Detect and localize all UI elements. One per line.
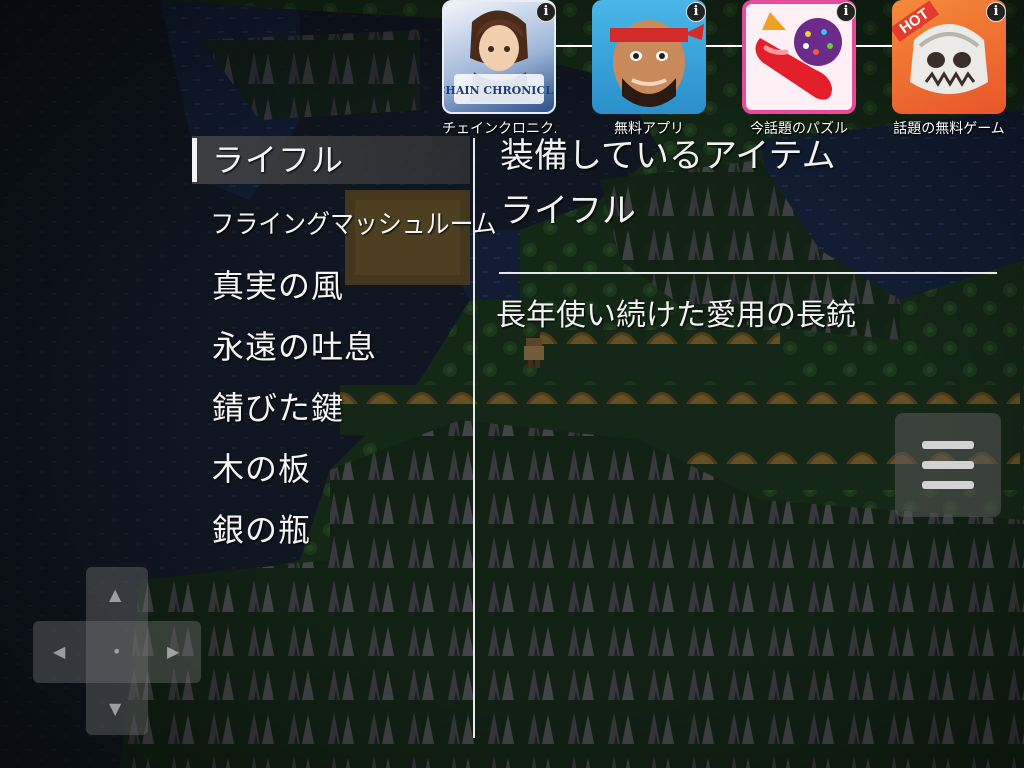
dpad-up-arrow-icon[interactable]: ▲ [109, 587, 121, 603]
chain-chronicle-logo: CHAIN CHRONICLE [444, 84, 554, 97]
dpad-right-arrow-icon[interactable]: ▶ [167, 644, 179, 660]
list-detail-divider [473, 138, 475, 738]
ad-chain-chronicle[interactable]: CHAIN CHRONICLE i チェインクロニクル [442, 0, 558, 140]
ad-label: 話題の無料ゲーム [893, 121, 1005, 137]
item-list-entry[interactable]: フライングマッシュルーム [192, 197, 496, 258]
item-list: ライフル フライングマッシュルーム 真実の風 永遠の吐息 錆びた鍵 木の板 銀の… [192, 136, 497, 563]
menu-bar [922, 441, 974, 449]
ad-bar: CHAIN CHRONICLE i チェインクロニクル i 無料アプリ [442, 0, 1024, 140]
dpad-center-icon: • [112, 642, 122, 661]
detail-divider [499, 272, 997, 274]
ad-boom-beach[interactable]: i 無料アプリ [592, 0, 708, 140]
ad-label: 無料アプリ [614, 121, 684, 137]
ad-hot-game[interactable]: HOT i 話題の無料ゲーム [892, 0, 1008, 140]
item-list-entry[interactable]: 永遠の吐息 [192, 319, 470, 380]
menu-bar [922, 461, 974, 469]
item-list-entry[interactable]: 真実の風 [192, 258, 470, 319]
hamburger-menu-icon[interactable] [895, 413, 1001, 517]
ad-candy-crush[interactable]: i 今話題のパズル [742, 0, 858, 140]
dpad-icon[interactable]: ▲ ▼ ◀ ▶ • [33, 567, 203, 737]
menu-bar [922, 481, 974, 489]
item-list-entry[interactable]: 銀の瓶 [192, 502, 470, 563]
item-list-entry[interactable]: 錆びた鍵 [192, 380, 470, 441]
item-list-entry[interactable]: 木の板 [192, 441, 470, 502]
candy-artwork [746, 4, 852, 110]
ad-info-icon[interactable]: i [536, 2, 556, 22]
ad-label: 今話題のパズル [750, 121, 848, 137]
equipped-item-name: ライフル [500, 191, 636, 231]
dpad-left-arrow-icon[interactable]: ◀ [53, 644, 65, 660]
item-description: 長年使い続けた愛用の長銃 [496, 298, 856, 333]
ad-label: チェインクロニクル [442, 121, 556, 137]
ad-info-icon[interactable]: i [686, 2, 706, 22]
item-list-entry-selected[interactable]: ライフル [192, 136, 470, 184]
dpad-down-arrow-icon[interactable]: ▼ [109, 701, 121, 717]
ad-info-icon[interactable]: i [836, 2, 856, 22]
ad-info-icon[interactable]: i [986, 2, 1006, 22]
